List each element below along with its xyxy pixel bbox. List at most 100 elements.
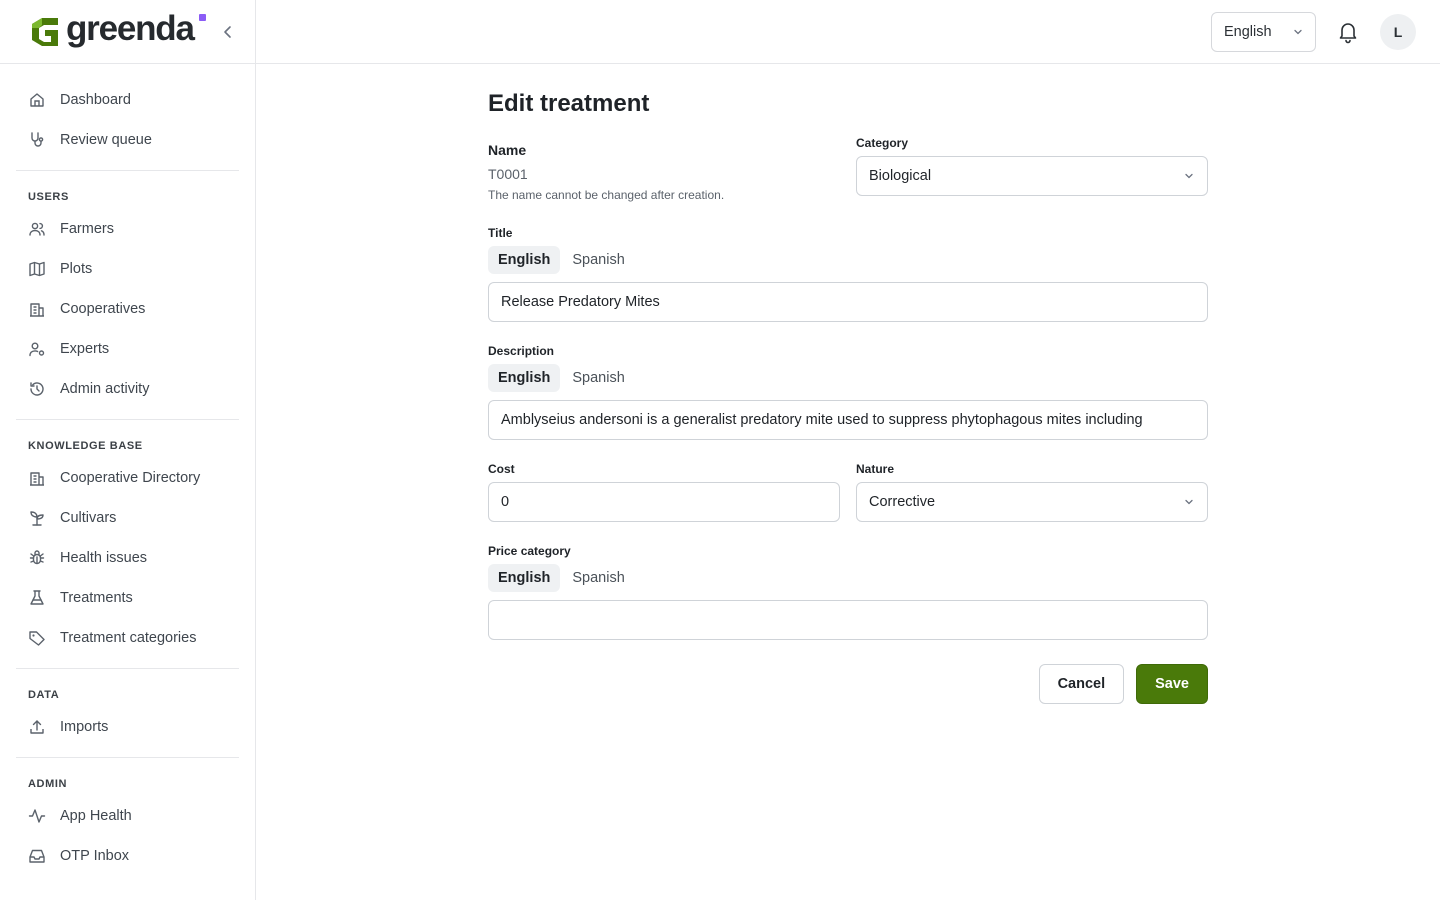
sidebar-item-health-issues[interactable]: Health issues: [16, 538, 239, 578]
price-category-section: Price category English Spanish: [488, 544, 1208, 640]
page-title: Edit treatment: [488, 90, 650, 117]
title-language-tabs: English Spanish: [488, 246, 1208, 274]
brand-header: greenda: [0, 0, 255, 64]
activity-icon: [28, 809, 46, 823]
brand-name: greenda: [66, 9, 195, 48]
title-tab-spanish[interactable]: Spanish: [562, 246, 634, 274]
sidebar-item-imports[interactable]: Imports: [16, 707, 239, 747]
tag-icon: [29, 631, 45, 646]
collapse-sidebar-button[interactable]: [218, 22, 238, 42]
nav-group-main: Dashboard Review queue: [16, 80, 239, 171]
description-tab-english[interactable]: English: [488, 364, 561, 392]
bug-icon: [29, 550, 45, 565]
nature-select[interactable]: Corrective: [856, 482, 1208, 522]
title-tab-english[interactable]: English: [488, 246, 561, 274]
sidebar-nav: Dashboard Review queue USERS Farmers Plots Co…: [0, 64, 255, 886]
sidebar-item-label: Dashboard: [60, 92, 131, 108]
nav-group-label: ADMIN: [28, 778, 68, 790]
sidebar-item-label: Review queue: [60, 132, 152, 148]
title-section: Title English Spanish Release Predatory …: [488, 226, 1208, 322]
cost-section: Cost 0: [488, 462, 840, 522]
flask-icon: [30, 590, 44, 605]
nav-group-label: KNOWLEDGE BASE: [28, 440, 143, 452]
users-icon: [29, 222, 45, 236]
sidebar-item-label: OTP Inbox: [60, 848, 130, 864]
building-icon: [30, 303, 44, 317]
sidebar-item-plots[interactable]: Plots: [16, 249, 239, 289]
price-category-input[interactable]: [488, 600, 1208, 640]
stethoscope-icon: [31, 132, 44, 147]
description-tab-spanish[interactable]: Spanish: [562, 364, 634, 392]
edit-treatment-form: Edit treatment Name T0001 The name canno…: [488, 64, 1208, 704]
nav-group-label: DATA: [28, 689, 60, 701]
cancel-button[interactable]: Cancel: [1038, 664, 1125, 704]
sidebar-item-experts[interactable]: Experts: [16, 329, 239, 369]
chevron-left-icon: [224, 26, 231, 38]
sidebar: greenda Dashboard Review queue USERS Farmer…: [0, 0, 256, 900]
sidebar-item-label: Treatment categories: [60, 630, 197, 646]
sidebar-item-label: Imports: [60, 719, 109, 735]
sidebar-item-label: Health issues: [60, 550, 148, 566]
map-icon: [29, 261, 45, 277]
nature-section: Nature Corrective: [856, 462, 1208, 522]
sidebar-item-label: Plots: [60, 261, 93, 277]
sidebar-item-dashboard[interactable]: Dashboard: [16, 80, 239, 120]
upload-icon: [30, 720, 44, 734]
nature-label: Nature: [856, 462, 895, 476]
cost-input[interactable]: 0: [488, 482, 840, 522]
greenda-logo-icon: [32, 17, 58, 46]
sidebar-item-label: App Health: [60, 808, 132, 824]
sidebar-item-treatments[interactable]: Treatments: [16, 578, 239, 618]
nature-select-value: Corrective: [869, 494, 936, 510]
nav-group-admin: ADMIN App Health OTP Inbox: [16, 768, 239, 886]
topbar: English L: [256, 0, 1440, 64]
sprout-icon: [30, 511, 44, 526]
price-category-language-tabs: English Spanish: [488, 564, 1208, 592]
category-select-value: Biological: [869, 168, 932, 184]
chevron-down-icon: [1185, 173, 1193, 179]
language-select[interactable]: English: [1211, 12, 1316, 52]
category-section: Category Biological: [856, 136, 1208, 202]
sidebar-item-admin-activity[interactable]: Admin activity: [16, 369, 239, 409]
sidebar-item-cooperative-directory[interactable]: Cooperative Directory: [16, 458, 239, 498]
sidebar-item-label: Cooperatives: [60, 301, 146, 317]
category-select[interactable]: Biological: [856, 156, 1208, 196]
cost-label: Cost: [488, 462, 515, 476]
sidebar-item-review-queue[interactable]: Review queue: [16, 120, 239, 160]
logo[interactable]: greenda: [28, 11, 206, 49]
sidebar-item-label: Treatments: [60, 590, 133, 606]
sidebar-item-label: Admin activity: [60, 381, 150, 397]
sidebar-item-cooperatives[interactable]: Cooperatives: [16, 289, 239, 329]
sidebar-item-label: Experts: [60, 341, 110, 357]
name-value: T0001: [488, 166, 528, 182]
name-help-text: The name cannot be changed after creatio…: [488, 188, 725, 202]
name-label: Name: [488, 142, 527, 158]
bell-icon[interactable]: [1336, 20, 1360, 44]
nav-group-label: USERS: [28, 191, 69, 203]
description-section: Description English Spanish Amblyseius a…: [488, 344, 1208, 440]
price-category-tab-english[interactable]: English: [488, 564, 561, 592]
category-label: Category: [856, 136, 909, 150]
home-icon: [30, 93, 44, 107]
sidebar-item-treatment-categories[interactable]: Treatment categories: [16, 618, 239, 658]
title-label: Title: [488, 226, 513, 240]
sidebar-item-farmers[interactable]: Farmers: [16, 209, 239, 249]
user-cog-icon: [29, 342, 45, 357]
nav-group-data: DATA Imports: [16, 679, 239, 758]
avatar[interactable]: L: [1380, 14, 1416, 50]
name-section: Name T0001 The name cannot be changed af…: [488, 140, 840, 202]
title-input[interactable]: Release Predatory Mites: [488, 282, 1208, 322]
price-category-tab-spanish[interactable]: Spanish: [562, 564, 634, 592]
description-input[interactable]: Amblyseius andersoni is a generalist pre…: [488, 400, 1208, 440]
inbox-icon: [29, 849, 45, 863]
save-button[interactable]: Save: [1136, 664, 1208, 704]
sidebar-item-otp-inbox[interactable]: OTP Inbox: [16, 836, 239, 876]
price-category-label: Price category: [488, 544, 571, 558]
nav-group-users: USERS Farmers Plots Cooperatives Experts Admi…: [16, 181, 239, 420]
sidebar-item-label: Cooperative Directory: [60, 470, 201, 486]
sidebar-item-label: Farmers: [60, 221, 114, 237]
chevron-down-icon: [1185, 499, 1193, 505]
sidebar-item-cultivars[interactable]: Cultivars: [16, 498, 239, 538]
sidebar-item-app-health[interactable]: App Health: [16, 796, 239, 836]
nav-group-knowledge-base: KNOWLEDGE BASE Cooperative Directory Culti…: [16, 430, 239, 669]
